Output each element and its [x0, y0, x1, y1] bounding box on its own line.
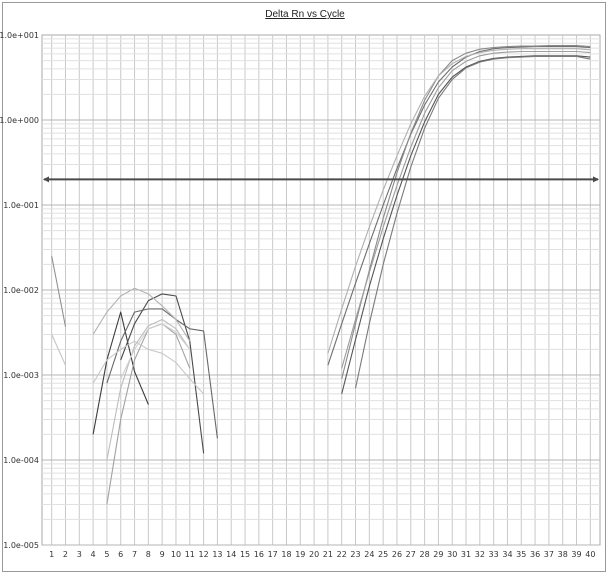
x-tick-label: 25 — [378, 550, 388, 559]
x-tick-label: 12 — [199, 550, 209, 559]
x-tick-label: 27 — [406, 550, 416, 559]
x-tick-label: 34 — [502, 550, 512, 559]
y-tick-label: 1.0e-005 — [3, 541, 39, 550]
x-tick-label: 20 — [309, 550, 319, 559]
y-tick-label: 1.0e-004 — [3, 456, 39, 465]
x-tick-label: 21 — [323, 550, 333, 559]
x-tick-label: 9 — [160, 550, 165, 559]
y-tick-label: 1.0e-001 — [3, 201, 39, 210]
x-tick-label: 16 — [254, 550, 264, 559]
x-tick-label: 39 — [571, 550, 581, 559]
x-tick-label: 14 — [226, 550, 236, 559]
x-tick-label: 26 — [392, 550, 402, 559]
x-axis: 1234567891011121314151617181920212223242… — [49, 550, 595, 559]
y-tick-label: 1.0e-002 — [3, 286, 39, 295]
x-tick-label: 38 — [558, 550, 568, 559]
x-tick-label: 30 — [447, 550, 457, 559]
y-axis: 1.0e+001 1.0e+000 1.0e-001 1.0e-002 1.0e-003… — [0, 31, 39, 550]
x-tick-label: 22 — [337, 550, 347, 559]
x-tick-label: 23 — [350, 550, 360, 559]
plot-area: 1234567891011121314151617181920212223242… — [0, 0, 610, 576]
x-tick-label: 4 — [91, 550, 96, 559]
x-tick-label: 37 — [544, 550, 554, 559]
x-tick-label: 18 — [281, 550, 291, 559]
y-tick-label: 1.0e-003 — [3, 371, 39, 380]
x-tick-label: 3 — [77, 550, 82, 559]
x-tick-label: 7 — [132, 550, 137, 559]
x-tick-label: 17 — [268, 550, 278, 559]
x-tick-label: 13 — [212, 550, 222, 559]
x-tick-label: 36 — [530, 550, 540, 559]
x-tick-label: 2 — [63, 550, 68, 559]
x-tick-label: 8 — [146, 550, 151, 559]
x-tick-label: 15 — [240, 550, 250, 559]
x-tick-label: 6 — [118, 550, 123, 559]
x-tick-label: 31 — [461, 550, 471, 559]
x-tick-label: 10 — [171, 550, 181, 559]
y-tick-label: 1.0e+000 — [0, 116, 39, 125]
x-tick-label: 11 — [185, 550, 195, 559]
x-tick-label: 32 — [475, 550, 485, 559]
x-tick-label: 19 — [295, 550, 305, 559]
x-tick-label: 1 — [49, 550, 54, 559]
x-tick-label: 33 — [489, 550, 499, 559]
x-tick-label: 28 — [419, 550, 429, 559]
x-tick-label: 5 — [104, 550, 109, 559]
x-tick-label: 40 — [585, 550, 595, 559]
x-tick-label: 24 — [364, 550, 374, 559]
x-tick-label: 35 — [516, 550, 526, 559]
y-tick-label: 1.0e+001 — [0, 31, 39, 40]
x-tick-label: 29 — [433, 550, 443, 559]
